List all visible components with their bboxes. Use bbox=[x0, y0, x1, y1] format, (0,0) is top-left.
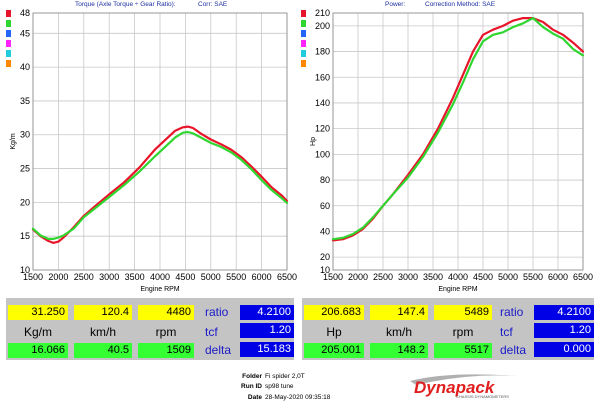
x-tick-label: 6000 bbox=[252, 272, 272, 282]
x-tick-label: 4500 bbox=[175, 272, 195, 282]
power-delta-value: 0.000 bbox=[534, 342, 594, 357]
power-tcf-label: tcf bbox=[500, 325, 513, 339]
torque-ratio-label: ratio bbox=[205, 305, 229, 319]
power-run-a-rpm: 5489 bbox=[434, 305, 492, 320]
y-tick-label: 180 bbox=[315, 47, 330, 57]
y-tick-label: 210 bbox=[315, 8, 330, 18]
y-tick-label: 35 bbox=[20, 96, 30, 106]
torque-run-a-value: 31.250 bbox=[8, 305, 68, 320]
dynapack-logo-svg: Dynapack CHASSIS DYNAMOMETERS bbox=[410, 374, 518, 399]
power-run-a-value: 206.683 bbox=[304, 305, 364, 320]
power-run-b-speed: 148.2 bbox=[370, 343, 428, 358]
y-tick-label: 10 bbox=[20, 265, 30, 275]
logo-tagline: CHASSIS DYNAMOMETERS bbox=[456, 394, 509, 399]
torque-run-a-speed: 120.4 bbox=[74, 305, 132, 320]
power-tcf-value: 1.20 bbox=[534, 323, 594, 338]
x-tick-label: 5000 bbox=[201, 272, 221, 282]
power-unit-label: Hp bbox=[326, 325, 342, 339]
x-tick-label: 3000 bbox=[398, 272, 418, 282]
x-tick-label: 2500 bbox=[373, 272, 393, 282]
torque-run-b-rpm: 1509 bbox=[138, 343, 194, 358]
x-tick-label: 2000 bbox=[348, 272, 368, 282]
y-tick-label: 30 bbox=[20, 130, 30, 140]
torque-speed-unit-label: km/h bbox=[89, 325, 116, 339]
y-tick-label: 45 bbox=[20, 28, 30, 38]
y-axis-label: Hp bbox=[310, 137, 317, 146]
y-tick-label: 40 bbox=[320, 226, 330, 236]
y-tick-label: 200 bbox=[315, 21, 330, 31]
y-tick-label: 20 bbox=[20, 197, 30, 207]
date-label: Date bbox=[247, 394, 262, 401]
power-chart: 1500 2000 2500 3000 3500 4000 4500 5000 5500 6000… bbox=[300, 0, 600, 296]
x-tick-label: 2000 bbox=[48, 272, 68, 282]
date-info: Date 28-May-2020 09:35:18 bbox=[238, 394, 331, 402]
torque-delta-value: 15.183 bbox=[240, 342, 294, 357]
x-tick-label: 5500 bbox=[523, 272, 543, 282]
power-run-a-speed: 147.4 bbox=[370, 305, 428, 320]
y-tick-label: 20 bbox=[320, 252, 330, 262]
x-tick-label: 6000 bbox=[548, 272, 568, 282]
torque-run-b-speed: 40.5 bbox=[74, 343, 132, 358]
y-tick-label: 40 bbox=[20, 62, 30, 72]
run-id-label: Run ID bbox=[241, 383, 262, 390]
power-chart-svg: 1500 2000 2500 3000 3500 4000 4500 5000 5500 6000… bbox=[310, 8, 593, 293]
x-tick-label: 5500 bbox=[226, 272, 246, 282]
torque-run-b-value: 16.066 bbox=[8, 343, 68, 358]
y-tick-label: 160 bbox=[315, 72, 330, 82]
run-info: Run ID sp98 tune bbox=[238, 383, 294, 391]
power-speed-unit-label: km/h bbox=[385, 325, 412, 339]
power-ratio-value: 4.2100 bbox=[534, 305, 594, 320]
y-tick-label: 120 bbox=[315, 124, 330, 134]
torque-tcf-label: tcf bbox=[205, 325, 218, 339]
power-readout: 206.683 147.4 5489 ratio 4.2100 Hp km/h … bbox=[300, 298, 600, 360]
x-tick-label: 3000 bbox=[99, 272, 119, 282]
dynapack-logo: Dynapack CHASSIS DYNAMOMETERS bbox=[408, 373, 550, 399]
x-tick-label: 2500 bbox=[74, 272, 94, 282]
x-tick-label: 5000 bbox=[498, 272, 518, 282]
folder-value: Fi spider 2,0T bbox=[265, 373, 305, 380]
x-tick-label: 6500 bbox=[573, 272, 593, 282]
y-axis-label: Kg/m bbox=[10, 133, 17, 150]
torque-delta-label: delta bbox=[205, 343, 232, 357]
x-tick-label: 3500 bbox=[125, 272, 145, 282]
x-tick-label: 4000 bbox=[150, 272, 170, 282]
power-run-b-rpm: 5517 bbox=[434, 343, 492, 358]
y-tick-label: 48 bbox=[20, 8, 30, 18]
torque-chart-svg: 1500 2000 2500 3000 3500 4000 4500 5000 5500 6000… bbox=[10, 8, 297, 293]
y-tick-label: 140 bbox=[315, 98, 330, 108]
y-tick-label: 80 bbox=[320, 175, 330, 185]
x-tick-label: 4500 bbox=[473, 272, 493, 282]
y-tick-label: 100 bbox=[315, 149, 330, 159]
torque-run-a-rpm: 4480 bbox=[138, 305, 194, 320]
x-axis-label: Engine RPM bbox=[438, 286, 477, 293]
torque-tcf-value: 1.20 bbox=[240, 323, 294, 338]
y-tick-label: 15 bbox=[20, 231, 30, 241]
torque-rpm-unit-label: rpm bbox=[155, 325, 177, 339]
run-id-value: sp98 tune bbox=[265, 383, 294, 390]
x-tick-label: 4000 bbox=[448, 272, 468, 282]
torque-chart: 1500 2000 2500 3000 3500 4000 4500 5000 5500 6000… bbox=[0, 0, 300, 296]
x-tick-label: 6500 bbox=[277, 272, 297, 282]
power-rpm-unit-label: rpm bbox=[452, 325, 474, 339]
y-tick-label: 60 bbox=[320, 201, 330, 211]
x-tick-label: 3500 bbox=[423, 272, 443, 282]
y-tick-label: 25 bbox=[20, 164, 30, 174]
power-run-b-value: 205.001 bbox=[304, 343, 364, 358]
torque-ratio-value: 4.2100 bbox=[240, 305, 294, 320]
folder-label: Folder bbox=[242, 373, 262, 380]
y-tick-label: 10 bbox=[320, 265, 330, 275]
x-axis-label: Engine RPM bbox=[140, 286, 179, 293]
torque-unit-label: Kg/m bbox=[23, 325, 52, 339]
folder-info: Folder Fi spider 2,0T bbox=[238, 373, 305, 381]
torque-readout: 31.250 120.4 4480 ratio 4.2100 Kg/m km/h… bbox=[0, 298, 300, 360]
